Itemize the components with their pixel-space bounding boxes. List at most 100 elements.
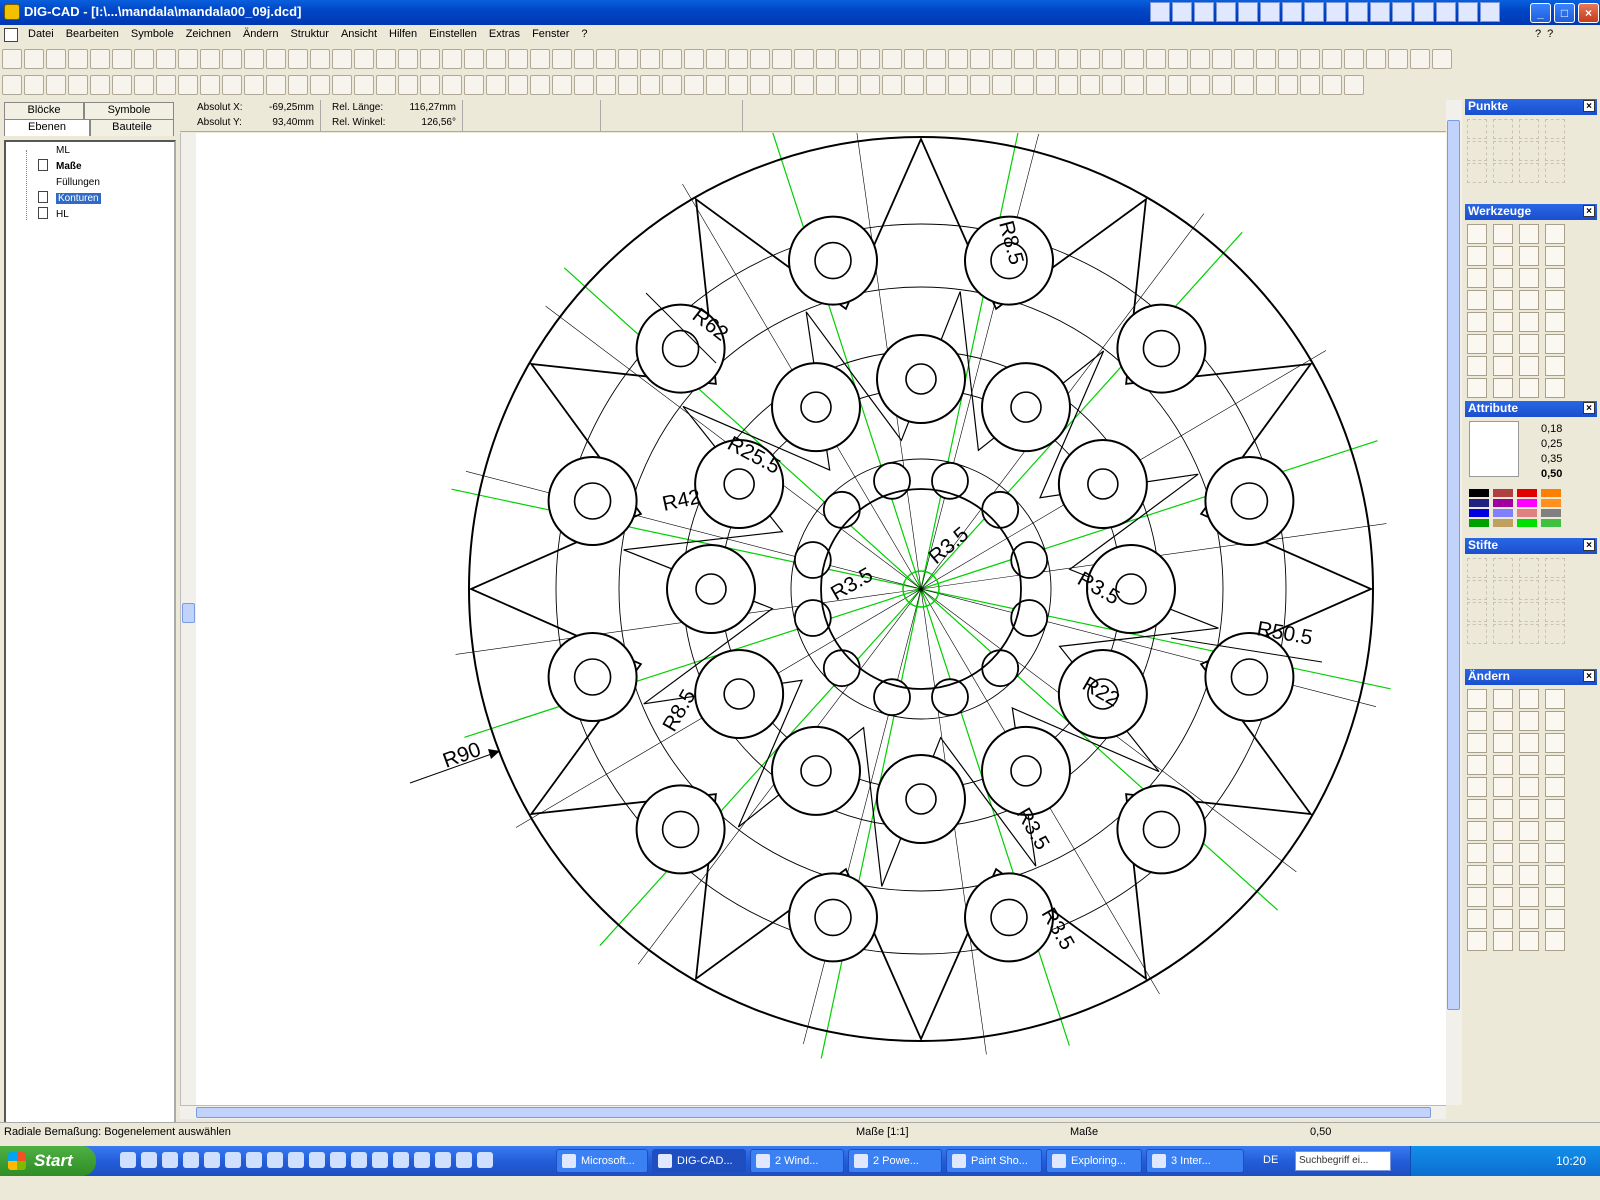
horizontal-scrollbar[interactable] — [180, 1105, 1446, 1119]
drawing-tool-icon[interactable] — [1493, 290, 1513, 310]
drawing-tool-icon[interactable] — [1493, 312, 1513, 332]
toolbar-tool-icon[interactable] — [574, 49, 594, 69]
toolbar-tool-icon[interactable] — [838, 75, 858, 95]
menu-extras[interactable]: Extras — [483, 28, 526, 40]
toolbar-tool-icon[interactable] — [860, 49, 880, 69]
modify-tool-icon[interactable] — [1467, 909, 1487, 929]
pen-icon[interactable] — [1467, 580, 1487, 600]
toolbar-tool-icon[interactable] — [926, 49, 946, 69]
toolbar-tool-icon[interactable] — [1432, 49, 1452, 69]
drawing-tool-icon[interactable] — [1519, 334, 1539, 354]
close-icon[interactable]: × — [1583, 402, 1595, 414]
modify-tool-icon[interactable] — [1545, 843, 1565, 863]
color-swatch[interactable] — [1517, 499, 1537, 507]
color-swatch[interactable] — [1493, 519, 1513, 527]
toolbar-tool-icon[interactable] — [112, 49, 132, 69]
color-swatch[interactable] — [1493, 509, 1513, 517]
point-tool-icon[interactable] — [1493, 163, 1513, 183]
tray-icon[interactable] — [1150, 2, 1170, 22]
quick-launch-icon[interactable] — [183, 1152, 199, 1168]
quick-launch-icon[interactable] — [393, 1152, 409, 1168]
menu-bearbeiten[interactable]: Bearbeiten — [60, 28, 125, 40]
modify-tool-icon[interactable] — [1493, 777, 1513, 797]
drawing-tool-icon[interactable] — [1545, 312, 1565, 332]
modify-tool-icon[interactable] — [1493, 689, 1513, 709]
toolbar-tool-icon[interactable] — [1278, 49, 1298, 69]
color-swatch[interactable] — [1541, 519, 1561, 527]
menu-help[interactable]: ? — [575, 28, 593, 40]
quick-launch-icon[interactable] — [309, 1152, 325, 1168]
toolbar-tool-icon[interactable] — [706, 49, 726, 69]
line-width-option[interactable]: 0,35 — [1541, 453, 1562, 465]
toolbar-tool-icon[interactable] — [1058, 75, 1078, 95]
quick-launch-icon[interactable] — [435, 1152, 451, 1168]
modify-tool-icon[interactable] — [1545, 865, 1565, 885]
point-tool-icon[interactable] — [1467, 119, 1487, 139]
point-tool-icon[interactable] — [1519, 141, 1539, 161]
quick-launch-icon[interactable] — [456, 1152, 472, 1168]
tray-icon[interactable] — [1282, 2, 1302, 22]
toolbar-tool-icon[interactable] — [156, 49, 176, 69]
menu-fenster[interactable]: Fenster — [526, 28, 575, 40]
layer-item[interactable]: ML — [56, 145, 70, 156]
toolbar-tool-icon[interactable] — [1102, 49, 1122, 69]
left-scrollbar[interactable] — [180, 133, 196, 1105]
search-input[interactable]: Suchbegriff ei... — [1295, 1151, 1391, 1171]
tray-icon[interactable] — [1216, 2, 1236, 22]
toolbar-tool-icon[interactable] — [1168, 49, 1188, 69]
drawing-tool-icon[interactable] — [1545, 378, 1565, 398]
pen-icon[interactable] — [1545, 558, 1565, 578]
toolbar-tool-icon[interactable] — [1344, 49, 1364, 69]
toolbar-tool-icon[interactable] — [750, 75, 770, 95]
drawing-tool-icon[interactable] — [1493, 224, 1513, 244]
pen-icon[interactable] — [1519, 602, 1539, 622]
toolbar-tool-icon[interactable] — [24, 75, 44, 95]
toolbar-tool-icon[interactable] — [706, 75, 726, 95]
toolbar-tool-icon[interactable] — [442, 75, 462, 95]
toolbar-tool-icon[interactable] — [508, 75, 528, 95]
modify-tool-icon[interactable] — [1519, 821, 1539, 841]
toolbar-tool-icon[interactable] — [46, 75, 66, 95]
point-tool-icon[interactable] — [1467, 141, 1487, 161]
tray-icon[interactable] — [1348, 2, 1368, 22]
toolbar-tool-icon[interactable] — [1300, 75, 1320, 95]
toolbar-tool-icon[interactable] — [90, 49, 110, 69]
drawing-canvas[interactable]: R8.5 R62 R25.5 R42 R3.5 R3.5 R3.5 R50.5 R22 R8.5 R… — [196, 133, 1446, 1105]
modify-tool-icon[interactable] — [1545, 777, 1565, 797]
vertical-scrollbar[interactable] — [1446, 100, 1462, 1105]
toolbar-tool-icon[interactable] — [68, 49, 88, 69]
color-swatch[interactable] — [1541, 509, 1561, 517]
tray-icon[interactable] — [1172, 2, 1192, 22]
tray-icon[interactable] — [1480, 2, 1500, 22]
taskbar-item[interactable]: Microsoft... — [556, 1149, 648, 1173]
taskbar-item-active[interactable]: DIG-CAD... — [652, 1149, 746, 1173]
modify-tool-icon[interactable] — [1493, 887, 1513, 907]
point-tool-icon[interactable] — [1467, 163, 1487, 183]
toolbar-tool-icon[interactable] — [618, 75, 638, 95]
close-button[interactable]: × — [1578, 3, 1599, 23]
toolbar-tool-icon[interactable] — [178, 49, 198, 69]
point-tool-icon[interactable] — [1545, 163, 1565, 183]
close-icon[interactable]: × — [1583, 205, 1595, 217]
drawing-tool-icon[interactable] — [1519, 312, 1539, 332]
toolbar-tool-icon[interactable] — [1146, 49, 1166, 69]
modify-tool-icon[interactable] — [1467, 733, 1487, 753]
modify-tool-icon[interactable] — [1545, 711, 1565, 731]
modify-tool-icon[interactable] — [1519, 689, 1539, 709]
language-indicator[interactable]: DE — [1263, 1154, 1278, 1166]
drawing-tool-icon[interactable] — [1493, 334, 1513, 354]
modify-tool-icon[interactable] — [1467, 777, 1487, 797]
toolbar-tool-icon[interactable] — [1234, 49, 1254, 69]
toolbar-tool-icon[interactable] — [222, 49, 242, 69]
toolbar-tool-icon[interactable] — [398, 49, 418, 69]
pen-icon[interactable] — [1545, 580, 1565, 600]
modify-tool-icon[interactable] — [1493, 799, 1513, 819]
toolbar-tool-icon[interactable] — [618, 49, 638, 69]
toolbar-tool-icon[interactable] — [926, 75, 946, 95]
modify-tool-icon[interactable] — [1467, 689, 1487, 709]
help-icon[interactable]: ? — [1547, 28, 1553, 40]
tray-icon[interactable] — [1392, 2, 1412, 22]
tray-icon[interactable] — [1458, 2, 1478, 22]
toolbar-tool-icon[interactable] — [1036, 75, 1056, 95]
scrollbar-thumb[interactable] — [182, 603, 195, 623]
